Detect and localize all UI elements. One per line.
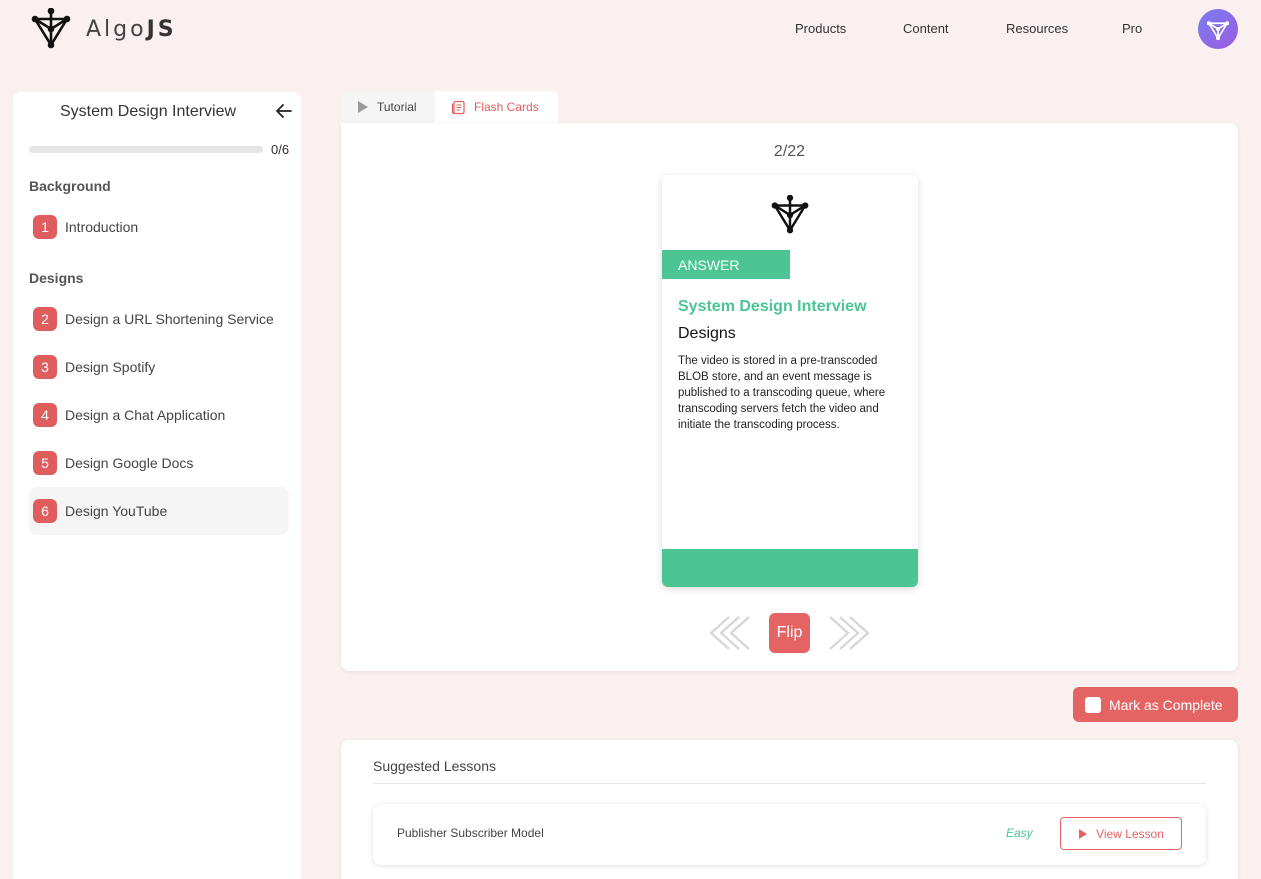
tab-tutorial[interactable]: Tutorial	[341, 91, 435, 123]
mark-complete-label: Mark as Complete	[1109, 696, 1223, 713]
nav-content[interactable]: Content	[903, 21, 949, 36]
lesson-number-badge: 2	[33, 307, 57, 331]
nav-pro[interactable]: Pro	[1122, 21, 1142, 36]
logo-icon	[31, 8, 71, 49]
next-card-icon[interactable]	[824, 613, 872, 653]
previous-card-icon[interactable]	[707, 613, 755, 653]
avatar-logo-icon	[1206, 21, 1230, 41]
section-background: Background	[29, 178, 111, 194]
mark-complete-button[interactable]: Mark as Complete	[1073, 687, 1238, 722]
course-sidebar: System Design Interview 0/6 Background 1…	[13, 92, 301, 879]
lesson-number-badge: 5	[33, 451, 57, 475]
flashcard-panel: 2/22 ANSWER System Design Interview Desi…	[341, 123, 1238, 671]
flashcard[interactable]: ANSWER System Design Interview Designs T…	[662, 175, 918, 587]
lesson-url-shortening[interactable]: 2 Design a URL Shortening Service	[29, 295, 289, 343]
lesson-youtube[interactable]: 6 Design YouTube	[29, 487, 289, 535]
section-designs: Designs	[29, 270, 84, 286]
lesson-number-badge: 4	[33, 403, 57, 427]
sidebar-title: System Design Interview	[60, 103, 237, 120]
nav-resources[interactable]: Resources	[1006, 21, 1068, 36]
suggested-lesson-name: Publisher Subscriber Model	[397, 826, 544, 840]
tab-flash-cards-label: Flash Cards	[474, 100, 539, 114]
progress-count: 0/6	[271, 142, 290, 157]
difficulty-label: Easy	[1006, 826, 1033, 840]
answer-label: ANSWER	[662, 250, 790, 279]
checkbox-icon	[1085, 696, 1101, 713]
view-lesson-label: View Lesson	[1096, 826, 1164, 841]
lesson-google-docs[interactable]: 5 Design Google Docs	[29, 439, 289, 487]
card-logo-icon	[771, 195, 809, 234]
divider	[373, 783, 1206, 784]
lesson-introduction[interactable]: 1 Introduction	[29, 203, 289, 251]
nav-products[interactable]: Products	[795, 21, 846, 36]
card-course-title: System Design Interview	[678, 298, 867, 315]
flash-cards-icon	[451, 100, 465, 114]
lesson-number-badge: 1	[33, 215, 57, 239]
view-lesson-button[interactable]: View Lesson	[1060, 817, 1182, 850]
card-section-title: Designs	[678, 325, 736, 342]
user-avatar[interactable]	[1198, 9, 1238, 49]
suggested-lessons: Suggested Lessons Publisher Subscriber M…	[341, 740, 1238, 879]
lesson-number-badge: 6	[33, 499, 57, 523]
lesson-label: Design YouTube	[65, 503, 168, 519]
lesson-label: Introduction	[65, 219, 139, 235]
card-counter: 2/22	[773, 143, 806, 160]
play-icon	[1079, 828, 1088, 839]
flip-button[interactable]: Flip	[769, 613, 810, 653]
tab-flash-cards[interactable]: Flash Cards	[435, 91, 558, 123]
lesson-label: Design a Chat Application	[65, 407, 226, 423]
lesson-number-badge: 3	[33, 355, 57, 379]
lesson-label: Design a URL Shortening Service	[65, 311, 274, 327]
arrow-left-icon[interactable]	[275, 102, 293, 120]
progress-bar	[29, 146, 263, 153]
lesson-chat-application[interactable]: 4 Design a Chat Application	[29, 391, 289, 439]
card-footer-band	[662, 549, 918, 587]
brand-name: AlgoJS	[86, 17, 177, 42]
card-answer-text: The video is stored in a pre-transcoded …	[678, 355, 886, 431]
tab-tutorial-label: Tutorial	[377, 100, 417, 114]
brand-name-left: Algo	[86, 16, 147, 42]
top-header: AlgoJS Products Content Resources Pro	[0, 0, 1261, 60]
play-icon	[358, 101, 368, 113]
suggested-lessons-title: Suggested Lessons	[373, 758, 496, 774]
brand-name-right: JS	[146, 16, 177, 42]
lesson-label: Design Spotify	[65, 359, 156, 375]
lesson-label: Design Google Docs	[65, 455, 194, 471]
suggested-lesson-row: Publisher Subscriber Model Easy View Les…	[373, 804, 1206, 865]
algojs-logo[interactable]: AlgoJS	[30, 8, 177, 50]
lesson-spotify[interactable]: 3 Design Spotify	[29, 343, 289, 391]
